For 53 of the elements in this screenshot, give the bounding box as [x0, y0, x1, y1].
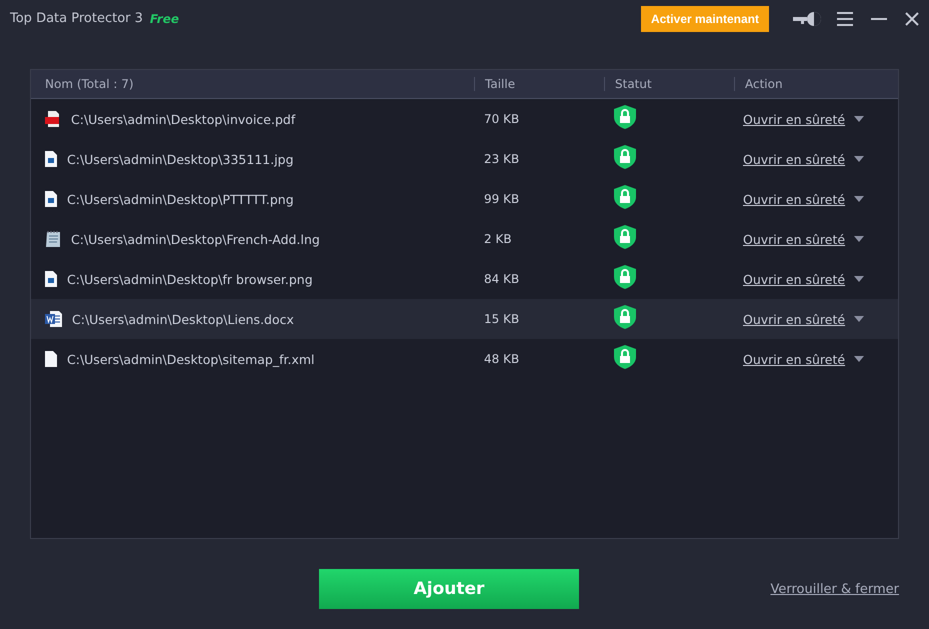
file-row[interactable]: C:\Users\admin\Desktop\PTTTTT.png 99 KB Ouvrir en sûreté	[31, 179, 898, 219]
blank-file-icon	[45, 351, 57, 367]
word-file-icon	[45, 311, 62, 327]
file-row[interactable]: C:\Users\admin\Desktop\sitemap_fr.xml 48 KB Ouvrir en sûreté	[31, 339, 898, 379]
caret-icon[interactable]	[854, 356, 864, 362]
caret-icon[interactable]	[854, 276, 864, 282]
open-safely-link[interactable]: Ouvrir en sûreté	[743, 232, 846, 246]
image-file-icon	[45, 191, 57, 207]
file-size: 2 KB	[483, 232, 513, 246]
file-size: 48 KB	[483, 352, 520, 366]
file-size: 15 KB	[483, 312, 520, 326]
notepad-file-icon	[45, 230, 61, 248]
file-path: C:\Users\admin\Desktop\fr browser.png	[67, 272, 313, 286]
column-header[interactable]: Statut	[604, 77, 734, 91]
open-safely-link[interactable]: Ouvrir en sûreté	[743, 192, 846, 206]
file-row[interactable]: C:\Users\admin\Desktop\invoice.pdf 70 KB Ouvrir en sûreté	[31, 99, 898, 139]
file-size: 84 KB	[483, 272, 520, 286]
file-path: C:\Users\admin\Desktop\invoice.pdf	[71, 112, 296, 126]
file-size: 99 KB	[483, 192, 520, 206]
file-path: C:\Users\admin\Desktop\sitemap_fr.xml	[67, 352, 315, 366]
edition-label: Free	[150, 12, 179, 26]
file-size: 23 KB	[483, 152, 520, 166]
image-file-icon	[45, 151, 57, 167]
open-safely-link[interactable]: Ouvrir en sûreté	[743, 112, 846, 126]
lock-and-close-link[interactable]: Verrouiller & fermer	[770, 582, 899, 596]
minimize-icon[interactable]	[871, 18, 887, 20]
close-icon[interactable]	[905, 12, 919, 26]
menu-icon[interactable]	[837, 12, 853, 26]
caret-icon[interactable]	[854, 116, 864, 122]
file-size: 70 KB	[483, 112, 520, 126]
column-header[interactable]: Nom (Total : 7)	[31, 77, 474, 91]
caret-icon[interactable]	[854, 236, 864, 242]
image-file-icon	[45, 271, 57, 287]
caret-icon[interactable]	[854, 316, 864, 322]
pdf-file-icon	[45, 111, 61, 127]
file-row[interactable]: C:\Users\admin\Desktop\French-Add.lng 2 KB Ouvrir en sûreté	[31, 219, 898, 259]
window-title: Top Data Protector 3	[10, 11, 143, 26]
file-path: C:\Users\admin\Desktop\Liens.docx	[72, 312, 294, 326]
open-safely-link[interactable]: Ouvrir en sûreté	[743, 312, 846, 326]
file-row[interactable]: C:\Users\admin\Desktop\fr browser.png 84 KB Ouvrir en sûreté	[31, 259, 898, 299]
open-safely-link[interactable]: Ouvrir en sûreté	[743, 352, 846, 366]
caret-icon[interactable]	[854, 156, 864, 162]
caret-icon[interactable]	[854, 196, 864, 202]
key-icon[interactable]	[793, 10, 823, 26]
file-path: C:\Users\admin\Desktop\French-Add.lng	[71, 232, 320, 246]
file-row[interactable]: C:\Users\admin\Desktop\Liens.docx 15 KB Ouvrir en sûreté	[31, 299, 898, 339]
open-safely-link[interactable]: Ouvrir en sûreté	[743, 152, 846, 166]
column-header[interactable]: Action	[734, 77, 898, 91]
file-path: C:\Users\admin\Desktop\335111.jpg	[67, 152, 294, 166]
column-header[interactable]: Taille	[474, 77, 604, 91]
file-row[interactable]: C:\Users\admin\Desktop\335111.jpg 23 KB Ouvrir en sûreté	[31, 139, 898, 179]
file-path: C:\Users\admin\Desktop\PTTTTT.png	[67, 192, 294, 206]
open-safely-link[interactable]: Ouvrir en sûreté	[743, 272, 846, 286]
